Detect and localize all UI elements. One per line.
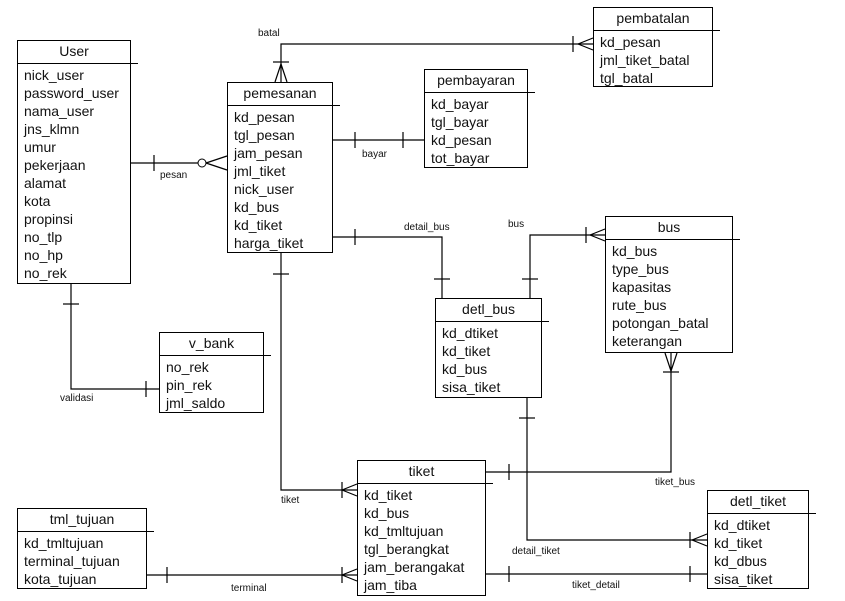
entity-bus[interactable]: bus kd_bus type_bus kapasitas rute_buspotong…	[605, 216, 740, 353]
relationship-label-pesan: pesan	[160, 170, 188, 181]
entity-title: pemesanan	[228, 83, 340, 106]
entity-attribute: umur	[24, 139, 56, 155]
entity-attribute: kd_tiket	[364, 487, 413, 503]
entity-attribute: kd_dbus	[714, 553, 767, 569]
entity-attribute: kd_bus	[234, 199, 280, 215]
entity-attribute: nick_user	[234, 181, 294, 197]
entity-title: User	[18, 41, 138, 64]
entity-title: bus	[606, 217, 740, 240]
entity-tml_tujuan[interactable]: tml_tujuan kd_tmltujuan terminal_tujuankot…	[17, 508, 154, 589]
entity-title: pembayaran	[425, 70, 535, 93]
entity-pembatalan[interactable]: pembatalan kd_pesan jml_tiket_batal tgl_bat…	[593, 7, 720, 87]
line-detail-bus	[333, 236, 443, 298]
entity-attribute: keterangan	[612, 333, 683, 349]
many-marker	[205, 155, 228, 171]
line-validasi	[70, 284, 159, 390]
entity-title: tiket	[358, 461, 493, 484]
entity-attribute: kd_pesan	[431, 132, 492, 148]
entity-attribute: kd_dtiket	[714, 517, 771, 533]
entity-attribute: kapasitas	[612, 279, 672, 295]
entity-attribute: sisa_tiket	[442, 379, 501, 395]
entity-attribute: kd_tiket	[442, 343, 491, 359]
entity-attribute: jml_saldo	[166, 395, 226, 411]
entity-attribute: no_rek	[24, 265, 67, 281]
entity-pemesanan[interactable]: pemesanan kd_pesan tgl_pesan jam_pesan jml_t…	[227, 82, 340, 253]
entity-attribute: kd_bayar	[431, 96, 489, 112]
entity-title: detl_bus	[436, 299, 549, 322]
entity-title: detl_tiket	[708, 491, 816, 514]
entity-attribute: jam_berangakat	[364, 559, 465, 575]
entity-title: tml_tujuan	[18, 509, 154, 532]
entity-attribute: kota	[24, 193, 51, 209]
entity-attribute: kd_tiket	[234, 217, 283, 233]
entity-title: v_bank	[160, 333, 271, 356]
relationship-label-terminal: terminal	[231, 583, 267, 594]
entity-attribute: jam_pesan	[234, 145, 303, 161]
line-tiket	[280, 253, 357, 491]
line-bus	[529, 234, 605, 298]
entity-attribute: kd_dtiket	[442, 325, 499, 341]
entity-attribute: kota_tujuan	[24, 571, 97, 587]
relationship-label-detail_tiket: detail_tiket	[512, 546, 560, 557]
relationship-label-tiket_detail: tiket_detail	[572, 580, 620, 591]
entity-attribute: type_bus	[612, 261, 669, 277]
entity-attribute: jml_tiket	[234, 163, 286, 179]
entity-attribute: kd_bus	[612, 243, 658, 259]
relationship-label-bus: bus	[508, 219, 525, 230]
entity-attribute: potongan_batal	[612, 315, 709, 331]
entity-attribute: nama_user	[24, 103, 95, 119]
entity-attribute: rute_bus	[612, 297, 667, 313]
entity-attribute: no_rek	[166, 359, 209, 375]
entity-attribute: tot_bayar	[431, 150, 490, 166]
entity-attribute: tgl_batal	[600, 70, 653, 86]
entity-attribute: terminal_tujuan	[24, 553, 120, 569]
entity-attribute: tgl_berangkat	[364, 541, 449, 557]
relationship-label-detail_bus: detail_bus	[404, 222, 450, 233]
entity-user[interactable]: User nick_user password_user nama_user jns_k…	[17, 40, 138, 284]
entity-attribute: no_tlp	[24, 229, 63, 245]
entity-attribute: tgl_pesan	[234, 127, 295, 143]
entity-v_bank[interactable]: v_bank no_rek pin_rek jml_saldo	[159, 332, 271, 413]
entity-title: pembatalan	[594, 8, 720, 31]
entity-attribute: jns_klmn	[24, 121, 80, 137]
entity-attribute: kd_pesan	[600, 34, 661, 50]
entity-attribute: alamat	[24, 175, 67, 191]
entity-attribute: propinsi	[24, 211, 74, 227]
entity-attribute: pin_rek	[166, 377, 212, 393]
entity-detl_bus[interactable]: detl_bus kd_dtiket kd_tiket kd_bus sisa_tike…	[435, 298, 549, 398]
entity-attribute: pekerjaan	[24, 157, 86, 173]
entity-attribute: jml_tiket_batal	[600, 52, 690, 68]
entity-attribute: kd_tmltujuan	[364, 523, 444, 539]
line-detail-tiket	[526, 398, 707, 541]
entity-attribute: nick_user	[24, 67, 84, 83]
entity-attribute: password_user	[24, 85, 119, 101]
entity-detl_tiket[interactable]: detl_tiket kd_dtiket kd_tiket kd_dbus sisa_t…	[707, 490, 816, 589]
entity-attribute: kd_tiket	[714, 535, 763, 551]
zero-marker	[197, 158, 207, 168]
entity-tiket[interactable]: tiket kd_tiket kd_bus kd_tmltujuan tgl_beran…	[357, 460, 493, 596]
entity-attribute: no_hp	[24, 247, 63, 263]
entity-attribute: sisa_tiket	[714, 571, 773, 587]
entity-attribute: jam_tiba	[364, 577, 417, 593]
relationship-label-batal: batal	[258, 28, 280, 39]
relationship-label-tiket: tiket	[281, 495, 300, 506]
entity-attribute: harga_tiket	[234, 235, 304, 251]
relationship-label-validasi: validasi	[60, 393, 94, 404]
entity-attribute: tgl_bayar	[431, 114, 489, 130]
entity-attribute: kd_tmltujuan	[24, 535, 104, 551]
relationship-label-bayar: bayar	[362, 149, 388, 160]
relationship-label-tiket_bus: tiket_bus	[655, 477, 696, 488]
entity-attribute: kd_bus	[442, 361, 488, 377]
entity-attribute: kd_pesan	[234, 109, 295, 125]
entity-pembayaran[interactable]: pembayaran kd_bayar tgl_bayar kd_pesan tot_b…	[424, 69, 535, 168]
entity-attribute: kd_bus	[364, 505, 410, 521]
